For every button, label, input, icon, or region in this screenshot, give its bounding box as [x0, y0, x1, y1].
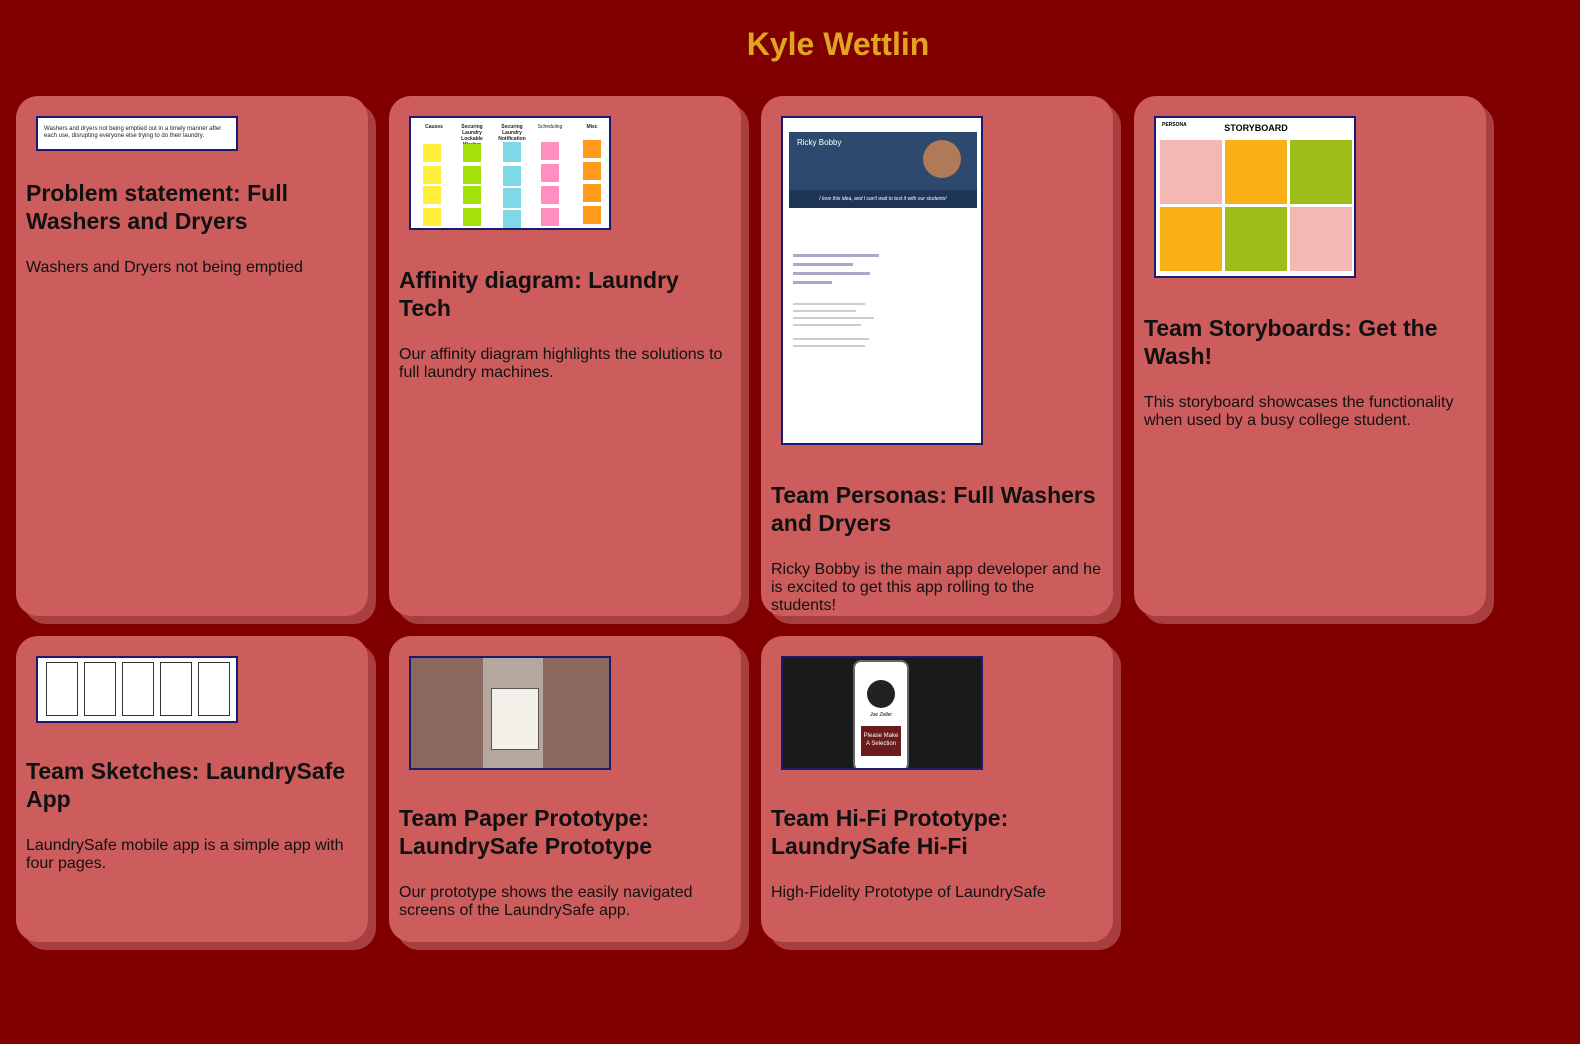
card-description: Washers and Dryers not being emptied	[26, 259, 303, 276]
storyboard-thumbnail[interactable]: PERSONA STORYBOARD	[1154, 116, 1356, 278]
sticky-note	[463, 208, 481, 226]
card-description: This storyboard showcases the functional…	[1144, 394, 1454, 429]
project-card-affinity-diagram[interactable]: Causes Securing Laundry Lockable Washer …	[389, 96, 741, 616]
profile-avatar	[867, 680, 895, 708]
card-description: Our affinity diagram highlights the solu…	[399, 346, 723, 381]
card-description: Ricky Bobby is the main app developer an…	[771, 561, 1101, 614]
storyboard-panel	[1225, 207, 1287, 271]
thumbnail-text: Washers and dryers not being emptied out…	[44, 126, 222, 139]
project-card-hifi-prototype[interactable]: Joe Zeller Please Make A Selection Team …	[761, 636, 1113, 942]
project-card-problem-statement[interactable]: Washers and dryers not being emptied out…	[16, 96, 368, 616]
sticky-note	[583, 206, 601, 224]
sketch-phone	[84, 662, 116, 716]
sketch-phone	[122, 662, 154, 716]
sticky-note	[503, 210, 521, 228]
sketch-phone	[46, 662, 78, 716]
card-title[interactable]: Team Hi-Fi Prototype: LaundrySafe Hi-Fi	[771, 804, 1103, 860]
sticky-note	[423, 208, 441, 226]
project-card-team-storyboards[interactable]: PERSONA STORYBOARD Team Storyboards: Get…	[1134, 96, 1486, 616]
sketch-phone	[198, 662, 230, 716]
affinity-diagram-thumbnail[interactable]: Causes Securing Laundry Lockable Washer …	[409, 116, 611, 230]
persona-lines	[793, 298, 973, 352]
affinity-column-label: Securing Laundry Notification	[498, 124, 526, 142]
persona-thumbnail[interactable]: Ricky Bobby I love this idea, and I can'…	[781, 116, 983, 445]
project-card-paper-prototype[interactable]: Team Paper Prototype: LaundrySafe Protot…	[389, 636, 741, 942]
sticky-note	[423, 166, 441, 184]
sketch-phone	[160, 662, 192, 716]
sticky-note	[423, 186, 441, 204]
card-title[interactable]: Problem statement: Full Washers and Drye…	[26, 179, 358, 235]
sticky-note	[583, 140, 601, 158]
project-card-team-sketches[interactable]: Team Sketches: LaundrySafe App LaundrySa…	[16, 636, 368, 942]
sticky-note	[541, 164, 559, 182]
affinity-column-label: Misc	[586, 124, 598, 130]
persona-quote: I love this idea, and I can't wait to te…	[789, 190, 977, 208]
affinity-column-label: Scheduling	[537, 124, 563, 130]
sticky-note	[503, 188, 521, 208]
page-title: Kyle Wettlin	[746, 26, 930, 62]
card-title[interactable]: Team Storyboards: Get the Wash!	[1144, 314, 1476, 370]
storyboard-heading: STORYBOARD	[1224, 123, 1288, 133]
storyboard-panel	[1225, 140, 1287, 204]
card-description: High-Fidelity Prototype of LaundrySafe	[771, 884, 1046, 901]
affinity-column-label: Causes	[425, 124, 443, 130]
card-description: LaundrySafe mobile app is a simple app w…	[26, 837, 344, 872]
card-title[interactable]: Team Paper Prototype: LaundrySafe Protot…	[399, 804, 731, 860]
paper-screen	[491, 688, 539, 750]
card-description: Our prototype shows the easily navigated…	[399, 884, 693, 919]
sticky-note	[463, 186, 481, 204]
storyboard-panel	[1160, 140, 1222, 204]
sticky-note	[463, 166, 481, 184]
sticky-note	[503, 142, 521, 162]
hifi-prototype-thumbnail[interactable]: Joe Zeller Please Make A Selection	[781, 656, 983, 770]
storyboard-panel	[1160, 207, 1222, 271]
sticky-note	[583, 184, 601, 202]
avatar	[923, 140, 961, 178]
sticky-note	[583, 162, 601, 180]
profile-name: Joe Zeller	[870, 712, 892, 718]
phone-frame: Joe Zeller Please Make A Selection	[853, 660, 909, 768]
sticky-note	[503, 166, 521, 186]
sticky-note	[541, 208, 559, 226]
paper-prototype-thumbnail[interactable]	[409, 656, 611, 770]
persona-header: Ricky Bobby	[789, 132, 977, 190]
card-title[interactable]: Affinity diagram: Laundry Tech	[399, 266, 731, 322]
selection-button: Please Make A Selection	[861, 726, 901, 756]
card-title[interactable]: Team Personas: Full Washers and Dryers	[771, 481, 1103, 537]
card-title[interactable]: Team Sketches: LaundrySafe App	[26, 757, 358, 813]
sticky-note	[463, 144, 481, 162]
sketches-thumbnail[interactable]	[36, 656, 238, 723]
sticky-note	[541, 186, 559, 204]
sticky-note	[541, 142, 559, 160]
storyboard-panel	[1290, 140, 1352, 204]
persona-bars	[793, 248, 879, 290]
project-card-team-personas[interactable]: Ricky Bobby I love this idea, and I can'…	[761, 96, 1113, 616]
problem-statement-thumbnail[interactable]: Washers and dryers not being emptied out…	[36, 116, 238, 151]
sticky-note	[423, 144, 441, 162]
storyboard-panel	[1290, 207, 1352, 271]
